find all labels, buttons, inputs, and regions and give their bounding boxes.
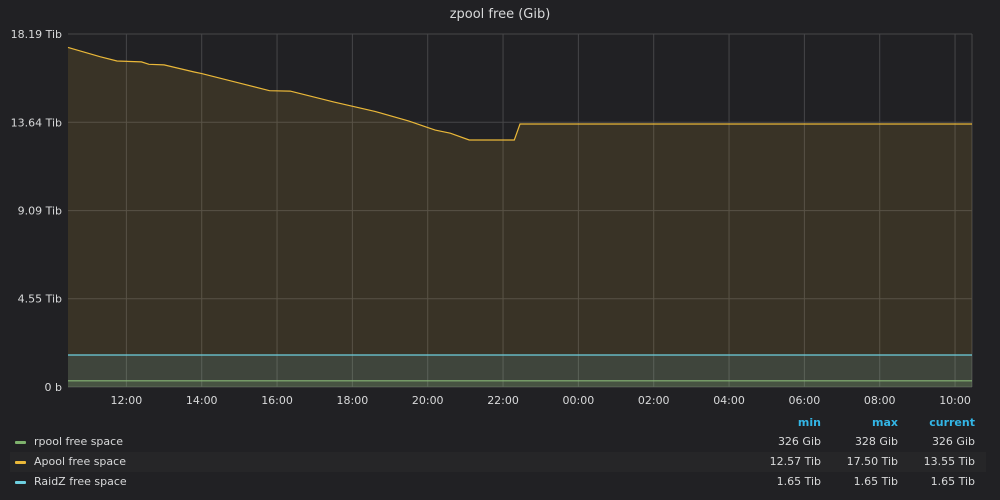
x-tick-label: 10:00 [939,394,971,407]
legend-swatch-icon[interactable] [15,481,26,484]
chart-series [67,46,972,388]
legend-row-apool: Apool free space 12.57 Tib 17.50 Tib 13.… [10,452,986,472]
legend-value-min: 12.57 Tib [769,455,821,468]
legend-value-current: 13.55 Tib [923,455,975,468]
legend-series-name[interactable]: Apool free space [34,455,126,468]
legend-header-max[interactable]: max [818,416,898,429]
legend-row-rpool: rpool free space 326 Gib 328 Gib 326 Gib [10,432,986,452]
x-tick-label: 04:00 [713,394,745,407]
x-tick-label: 16:00 [261,394,293,407]
legend-swatch-icon[interactable] [15,441,26,444]
legend-header-current[interactable]: current [895,416,975,429]
legend-value-max: 17.50 Tib [846,455,898,468]
x-tick-label: 18:00 [337,394,369,407]
x-tick-label: 00:00 [563,394,595,407]
y-tick-label: 0 b [45,381,62,394]
x-tick-label: 08:00 [864,394,896,407]
x-tick-label: 14:00 [186,394,218,407]
series-area [68,355,972,387]
y-tick-label: 13.64 Tib [11,116,62,129]
legend-value-min: 1.65 Tib [776,475,821,488]
legend-value-current: 326 Gib [931,435,975,448]
x-tick-label: 22:00 [487,394,519,407]
x-tick-label: 12:00 [111,394,143,407]
legend-value-min: 326 Gib [777,435,821,448]
legend-value-max: 1.65 Tib [853,475,898,488]
series-area [68,47,972,388]
x-tick-label: 02:00 [638,394,670,407]
legend-header-min[interactable]: min [741,416,821,429]
legend-table: min max current rpool free space 326 Gib… [10,412,986,492]
chart-svg: 0 b 4.55 Tib 9.09 Tib 13.64 Tib 18.19 Tib 12:… [11,28,973,407]
legend-swatch-icon[interactable] [15,461,26,464]
y-tick-label: 18.19 Tib [11,28,62,41]
legend-series-name[interactable]: rpool free space [34,435,123,448]
legend-series-name[interactable]: RaidZ free space [34,475,127,488]
y-tick-label: 9.09 Tib [18,205,62,218]
legend-value-max: 328 Gib [854,435,898,448]
legend-header: min max current [10,412,986,432]
y-tick-label: 4.55 Tib [18,293,62,306]
graph-panel: zpool free (Gib) 0 b 4.55 Tib 9.09 Tib 13.6… [0,0,1000,500]
legend-row-raidz: RaidZ free space 1.65 Tib 1.65 Tib 1.65 … [10,472,986,492]
x-tick-label: 20:00 [412,394,444,407]
legend-value-current: 1.65 Tib [930,475,975,488]
x-tick-label: 06:00 [789,394,821,407]
